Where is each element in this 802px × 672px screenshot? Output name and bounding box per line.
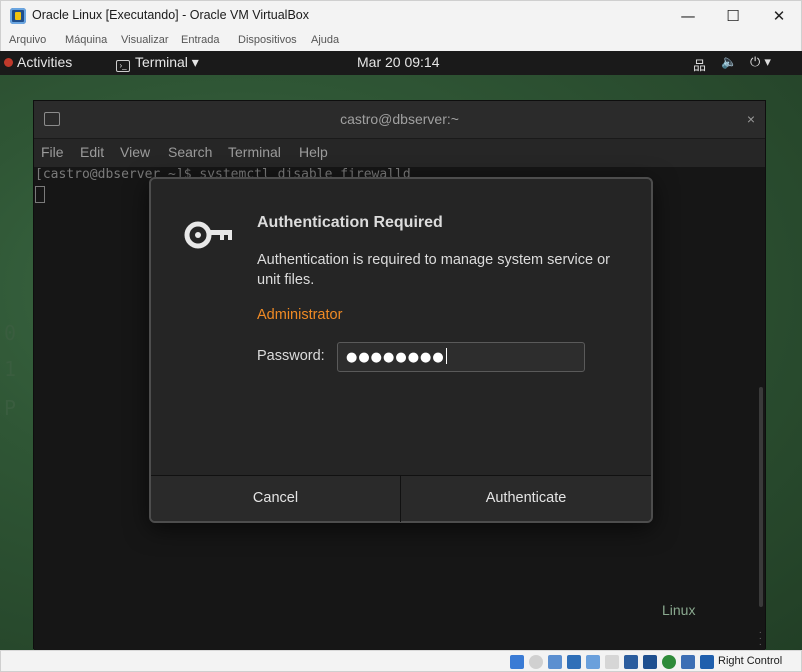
terminal-menu-help[interactable]: Help <box>299 144 328 160</box>
user-selector[interactable]: Administrator <box>257 307 342 323</box>
dialog-button-bar: Cancel Authenticate <box>151 475 651 522</box>
resize-grip-icon[interactable]: · · · <box>759 628 762 650</box>
mouse-integration-icon[interactable] <box>662 655 676 669</box>
audio-icon[interactable] <box>548 655 562 669</box>
password-label: Password: <box>257 348 325 364</box>
key-icon <box>184 221 232 249</box>
terminal-icon: ›_ <box>116 60 130 72</box>
terminal-menu-edit[interactable]: Edit <box>80 144 104 160</box>
terminal-menu-search[interactable]: Search <box>168 144 212 160</box>
menu-dispositivos[interactable]: Dispositivos <box>238 34 297 46</box>
terminal-header: castro@dbserver:~ × <box>34 101 765 139</box>
guest-screen[interactable]: 0 1 P Activities ›_ Terminal ▾ Mar 20 09:… <box>0 51 802 650</box>
network-adapter-icon[interactable] <box>567 655 581 669</box>
window-title: Oracle Linux [Executando] - Oracle VM Vi… <box>32 8 309 22</box>
app-menu[interactable]: ›_ Terminal ▾ <box>116 54 199 72</box>
menu-arquivo[interactable]: Arquivo <box>9 34 46 46</box>
display-icon[interactable] <box>624 655 638 669</box>
video-capture-icon[interactable] <box>643 655 657 669</box>
host-key-icon[interactable] <box>700 655 714 669</box>
shared-folders-icon[interactable] <box>605 655 619 669</box>
menu-entrada[interactable]: Entrada <box>181 34 220 46</box>
menu-visualizar[interactable]: Visualizar <box>121 34 169 46</box>
host-key-label: Right Control <box>718 655 783 667</box>
terminal-close-icon[interactable]: × <box>747 111 755 127</box>
auth-dialog: Authentication Required Authentication i… <box>149 177 653 523</box>
terminal-menu-bar: File Edit View Search Terminal Help <box>34 139 765 167</box>
desktop-pattern: 1 <box>4 357 17 381</box>
text-caret <box>445 348 447 364</box>
password-field[interactable]: ●●●●●●●● <box>337 342 585 372</box>
gnome-top-bar: Activities ›_ Terminal ▾ Mar 20 09:14 品 🔈… <box>0 51 802 75</box>
terminal-title: castro@dbserver:~ <box>340 111 459 127</box>
activities-button[interactable]: Activities <box>17 54 72 70</box>
terminal-cursor <box>35 186 45 203</box>
menu-maquina[interactable]: Máquina <box>65 34 107 46</box>
network-icon[interactable]: 品 <box>693 55 706 74</box>
app-menu-label: Terminal ▾ <box>135 54 199 70</box>
hard-disk-icon[interactable] <box>510 655 524 669</box>
dialog-message: Authentication is required to manage sys… <box>257 252 611 288</box>
vbox-title-bar: Oracle Linux [Executando] - Oracle VM Vi… <box>0 0 802 31</box>
usb-icon[interactable] <box>586 655 600 669</box>
terminal-scrollbar[interactable] <box>759 387 763 607</box>
desktop-pattern: P <box>4 396 17 420</box>
terminal-menu-file[interactable]: File <box>41 144 64 160</box>
terminal-menu-terminal[interactable]: Terminal <box>228 144 281 160</box>
desktop-logo: Linux <box>662 602 696 618</box>
menu-ajuda[interactable]: Ajuda <box>311 34 339 46</box>
authenticate-button[interactable]: Authenticate <box>401 476 651 522</box>
desktop-pattern: 0 <box>4 321 17 345</box>
power-menu-icon[interactable]: ⏻ ▾ <box>750 55 771 70</box>
close-button[interactable]: ✕ <box>764 5 794 27</box>
optical-drive-icon[interactable] <box>529 655 543 669</box>
maximize-button[interactable]: ☐ <box>718 5 748 27</box>
volume-icon[interactable]: 🔈 <box>721 55 737 70</box>
vbox-status-bar: Right Control <box>0 650 802 672</box>
vbox-menu-bar: Arquivo Máquina Visualizar Entrada Dispo… <box>0 31 802 51</box>
virtualbox-app-icon <box>10 8 26 24</box>
redhat-icon <box>4 58 13 67</box>
minimize-button[interactable]: — <box>673 5 703 27</box>
terminal-menu-view[interactable]: View <box>120 144 150 160</box>
clock[interactable]: Mar 20 09:14 <box>357 54 440 70</box>
password-value: ●●●●●●●● <box>346 350 445 365</box>
cancel-button[interactable]: Cancel <box>151 476 401 522</box>
dialog-title: Authentication Required <box>257 214 443 231</box>
cpu-icon[interactable] <box>681 655 695 669</box>
